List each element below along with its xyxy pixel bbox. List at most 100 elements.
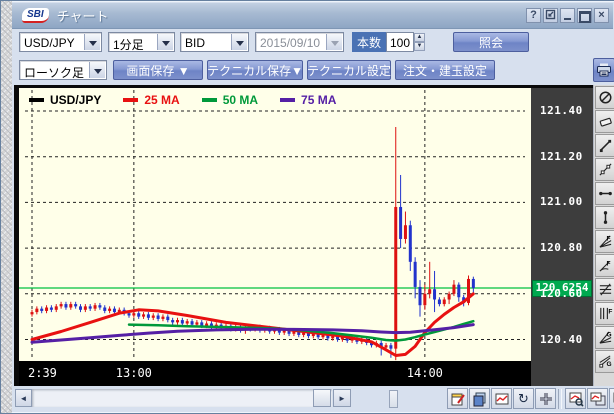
titlebar[interactable]: SBI チャート ? ×	[12, 3, 613, 29]
scroll-left-button[interactable]: ◄	[15, 389, 32, 407]
bottom-toolbar: ↻	[446, 388, 614, 409]
count-stepper[interactable]: ▲ ▼	[414, 33, 425, 51]
eraser-icon	[598, 114, 613, 129]
legend-swatch	[123, 98, 138, 102]
trendline-icon	[598, 138, 613, 153]
legend-label: 75 MA	[301, 93, 336, 107]
plot-canvas[interactable]	[19, 88, 531, 361]
legend-label: USD/JPY	[50, 93, 101, 107]
chart-window: SBI チャート ? × USD/JPY 1分足 BID 2015/09/10	[0, 0, 614, 414]
chart-panel: USD/JPY 25 MA 50 MA 75 MA 2:3913:0014:00…	[14, 85, 593, 386]
legend-label: 25 MA	[144, 93, 179, 107]
price-tick-label: 121.40	[540, 104, 583, 117]
export-chart-button[interactable]	[609, 388, 614, 409]
refresh-icon: ↻	[518, 392, 529, 405]
close-button[interactable]: ×	[594, 8, 609, 23]
svg-text:G: G	[606, 361, 611, 368]
fibonacci-fan-button[interactable]: F	[595, 230, 614, 253]
maximize-button[interactable]	[577, 8, 592, 23]
chevron-down-icon	[89, 41, 97, 50]
print-button[interactable]	[593, 58, 614, 82]
drawing-toolbar: F F F	[593, 85, 614, 386]
date-select[interactable]: 2015/09/10	[255, 32, 344, 52]
horizontal-line-icon	[598, 186, 613, 201]
count-up-button[interactable]: ▲	[414, 33, 425, 42]
splitter-grip[interactable]	[389, 390, 398, 408]
svg-text:G: G	[606, 332, 611, 339]
memo-button[interactable]	[447, 388, 468, 409]
price-axis: 120.6254 121.40121.20121.00120.80120.601…	[531, 88, 593, 386]
count-label: 本数	[352, 32, 386, 52]
date-select-arrow[interactable]	[326, 34, 342, 50]
price-tick-label: 120.40	[540, 333, 583, 346]
dock-button[interactable]	[543, 8, 558, 23]
time-tick-label: 13:00	[116, 366, 152, 380]
zoom-chart-button[interactable]	[565, 388, 586, 409]
chevron-down-icon	[162, 41, 170, 50]
zoom-chart-icon	[568, 391, 584, 407]
svg-text:F: F	[608, 309, 612, 316]
refresh-button[interactable]: ↻	[513, 388, 534, 409]
gann-line-icon: G	[598, 354, 613, 369]
extended-line-button[interactable]	[595, 158, 614, 181]
chart-scrollbar[interactable]	[32, 389, 332, 407]
candlestick-chart[interactable]: USD/JPY 25 MA 50 MA 75 MA	[19, 88, 531, 361]
chart-type-select-arrow[interactable]	[89, 62, 105, 78]
vertical-line-button[interactable]	[595, 206, 614, 229]
interval-select[interactable]: 1分足	[108, 32, 175, 52]
toolbar-divider	[558, 389, 562, 409]
chart-type-select[interactable]: ローソク足	[19, 60, 107, 80]
legend-swatch	[202, 98, 217, 102]
price-tick-label: 121.00	[540, 195, 583, 208]
window-title: チャート	[57, 6, 109, 25]
duplicate-chart-button[interactable]	[469, 388, 490, 409]
order-setting-button[interactable]: 注文・建玉設定	[395, 60, 495, 80]
save-screen-button[interactable]: 画面保存 ▼	[113, 60, 203, 80]
price-tick-label: 120.80	[540, 241, 583, 254]
fibonacci-retracement-button[interactable]	[595, 278, 614, 301]
gann-line-button[interactable]: G	[595, 350, 614, 373]
crosshair-button[interactable]	[535, 388, 556, 409]
interval-select-arrow[interactable]	[157, 34, 173, 50]
price-tick-label: 120.60	[540, 287, 583, 300]
fibonacci-arc-icon: F	[598, 258, 613, 273]
gann-fan-button[interactable]: G	[595, 326, 614, 349]
price-type-select-arrow[interactable]	[231, 34, 247, 50]
new-chart-button[interactable]	[491, 388, 512, 409]
svg-text:F: F	[606, 236, 610, 243]
copy-chart-icon	[590, 391, 606, 407]
window-resize-edge[interactable]	[1, 1, 12, 413]
help-button[interactable]: ?	[526, 8, 541, 23]
chart-legend: USD/JPY 25 MA 50 MA 75 MA	[29, 92, 358, 108]
price-type-select[interactable]: BID	[180, 32, 249, 52]
count-input[interactable]: 100	[386, 32, 414, 52]
new-chart-icon	[494, 391, 510, 407]
svg-text:F: F	[606, 261, 610, 268]
pair-select-arrow[interactable]	[84, 34, 100, 50]
fibonacci-fan-icon: F	[598, 234, 613, 249]
time-tick-label: 2:39	[28, 366, 57, 380]
chevron-down-icon	[331, 41, 339, 50]
scrollbar-thumb[interactable]	[313, 389, 331, 407]
maximize-icon	[579, 11, 591, 23]
fibonacci-arc-button[interactable]: F	[595, 254, 614, 277]
eraser-button[interactable]	[595, 110, 614, 133]
query-button[interactable]: 照会	[453, 32, 529, 52]
save-technical-button[interactable]: テクニカル保存▼	[207, 60, 303, 80]
sbi-logo: SBI	[22, 8, 49, 23]
fibonacci-timezone-button[interactable]: F	[595, 302, 614, 325]
horizontal-line-button[interactable]	[595, 182, 614, 205]
prohibit-icon	[598, 90, 613, 105]
printer-icon	[596, 63, 612, 77]
copy-chart-button[interactable]	[587, 388, 608, 409]
crosshair-icon	[538, 391, 554, 407]
vertical-line-icon	[598, 210, 613, 225]
count-down-button[interactable]: ▼	[414, 42, 425, 51]
technical-setting-button[interactable]: テクニカル設定	[307, 60, 391, 80]
minimize-button[interactable]	[560, 8, 575, 23]
legend-swatch	[29, 98, 44, 102]
draw-prohibit-button[interactable]	[595, 86, 614, 109]
trendline-button[interactable]	[595, 134, 614, 157]
scroll-right-button[interactable]: ►	[333, 389, 351, 407]
pair-select[interactable]: USD/JPY	[19, 32, 102, 52]
